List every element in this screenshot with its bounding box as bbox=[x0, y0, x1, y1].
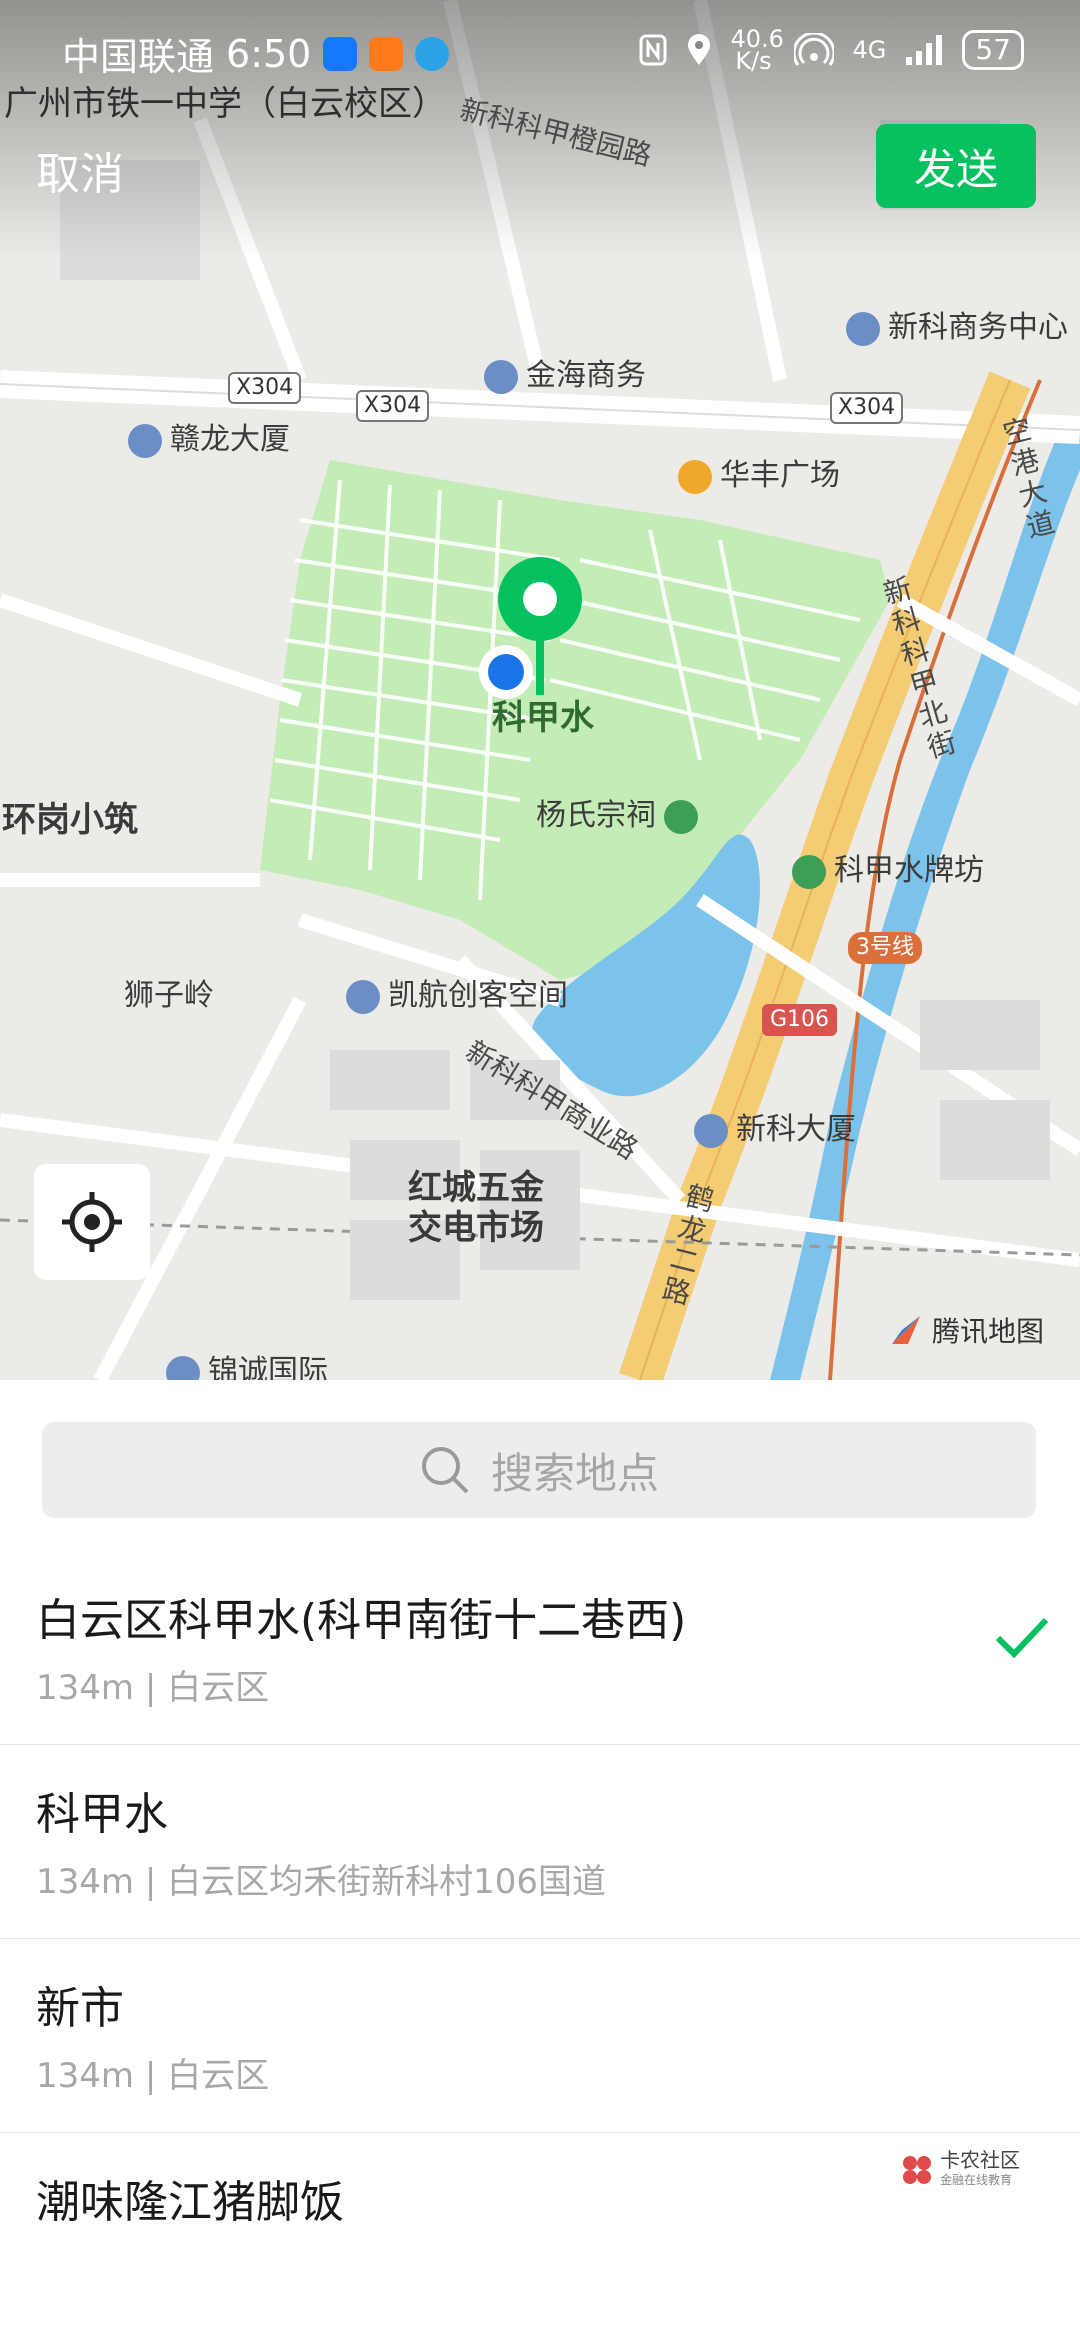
building-icon bbox=[166, 1355, 200, 1380]
building-icon bbox=[694, 1113, 728, 1148]
crosshair-icon bbox=[62, 1192, 122, 1252]
metro-line-badge: 3号线 bbox=[848, 932, 922, 964]
tencent-map-icon bbox=[892, 1316, 920, 1344]
clock: 6:50 bbox=[226, 31, 312, 76]
road-shield: X304 bbox=[830, 392, 904, 424]
map-provider-logo: 腾讯地图 bbox=[888, 1310, 1044, 1350]
result-title: 白云区科甲水(科甲南街十二巷西) bbox=[36, 1595, 687, 1646]
location-icon bbox=[688, 34, 711, 65]
map-poi-kejiashui-gate: 科甲水牌坊 bbox=[792, 845, 984, 889]
app-notification-icon bbox=[369, 36, 404, 71]
map-poi-jincheng: 锦诚国际 bbox=[166, 1346, 328, 1380]
building-icon bbox=[484, 359, 518, 394]
map-poi-huafeng: 华丰广场 bbox=[678, 450, 840, 494]
map-label-huangang: 环岗小筑 bbox=[2, 800, 138, 840]
status-bar: 中国联通 6:50 40.6 K/s 4G 57 bbox=[0, 0, 1080, 100]
landmark-icon bbox=[792, 854, 826, 889]
current-location-dot-icon bbox=[479, 645, 533, 699]
alipay-icon bbox=[323, 36, 358, 71]
hotspot-icon bbox=[794, 33, 835, 66]
checkmark-icon bbox=[995, 1617, 1049, 1659]
map-poi-jinhai: 金海商务 bbox=[484, 350, 646, 394]
brand-tagline: 金融在线教育 bbox=[940, 2173, 1013, 2187]
building-icon bbox=[846, 311, 880, 346]
brand-logo-icon bbox=[903, 2156, 931, 2184]
building-icon bbox=[346, 979, 380, 1014]
cancel-button[interactable]: 取消 bbox=[36, 138, 124, 202]
result-subtitle: 134m | 白云区 bbox=[36, 1668, 270, 1708]
location-results-panel: 搜索地点 白云区科甲水(科甲南街十二巷西) 134m | 白云区 科甲水 134… bbox=[0, 1380, 1080, 2244]
search-input[interactable]: 搜索地点 bbox=[42, 1422, 1036, 1518]
locate-me-button[interactable] bbox=[34, 1164, 150, 1280]
map-poi-ganlong: 赣龙大厦 bbox=[128, 414, 290, 458]
result-item[interactable]: 新市 134m | 白云区 bbox=[0, 1938, 1080, 2133]
result-title: 新市 bbox=[36, 1983, 124, 2034]
map-label-hongcheng: 红城五金交电市场 bbox=[408, 1168, 544, 1248]
result-item[interactable]: 科甲水 134m | 白云区均禾街新科村106国道 bbox=[0, 1744, 1080, 1939]
brand-watermark: 卡农社区 金融在线教育 bbox=[900, 2150, 1020, 2190]
road-shield: X304 bbox=[356, 390, 430, 422]
shopping-icon bbox=[678, 459, 712, 494]
road-shield: X304 bbox=[228, 372, 302, 404]
search-icon bbox=[421, 1447, 469, 1494]
result-item[interactable]: 白云区科甲水(科甲南街十二巷西) 134m | 白云区 bbox=[0, 1550, 1080, 1745]
map-poi-xinke-business: 新科商务中心 bbox=[846, 302, 1068, 346]
result-title: 潮味隆江猪脚饭 bbox=[36, 2177, 344, 2228]
brand-name: 卡农社区 bbox=[940, 2148, 1020, 2172]
app-notification-icon bbox=[415, 36, 450, 71]
map-label-shiziling: 狮子岭 bbox=[124, 978, 214, 1013]
map-poi-kaihang: 凯航创客空间 bbox=[346, 970, 568, 1014]
search-placeholder: 搜索地点 bbox=[490, 1448, 659, 1498]
send-button[interactable]: 发送 bbox=[876, 124, 1036, 208]
signal-strength-icon bbox=[906, 35, 943, 65]
carrier-name: 中国联通 bbox=[62, 35, 215, 79]
nfc-icon bbox=[639, 34, 667, 66]
result-subtitle: 134m | 白云区 bbox=[36, 2056, 270, 2096]
network-type: 4G bbox=[852, 36, 887, 64]
temple-icon bbox=[664, 799, 698, 834]
battery-indicator: 57 bbox=[962, 30, 1024, 70]
map-view[interactable]: 广州市铁一中学（白云校区） 新科科甲橙园路 新科商务中心 金海商务 X304 X… bbox=[0, 0, 1080, 1380]
map-poi-yang-temple: 杨氏宗祠 bbox=[536, 790, 706, 834]
map-poi-xinke-tower: 新科大厦 bbox=[694, 1104, 856, 1148]
highway-shield: G106 bbox=[762, 1004, 838, 1036]
building-icon bbox=[128, 423, 162, 458]
result-subtitle: 134m | 白云区均禾街新科村106国道 bbox=[36, 1862, 606, 1902]
network-speed: 40.6 K/s bbox=[730, 25, 784, 75]
result-title: 科甲水 bbox=[36, 1789, 168, 1840]
